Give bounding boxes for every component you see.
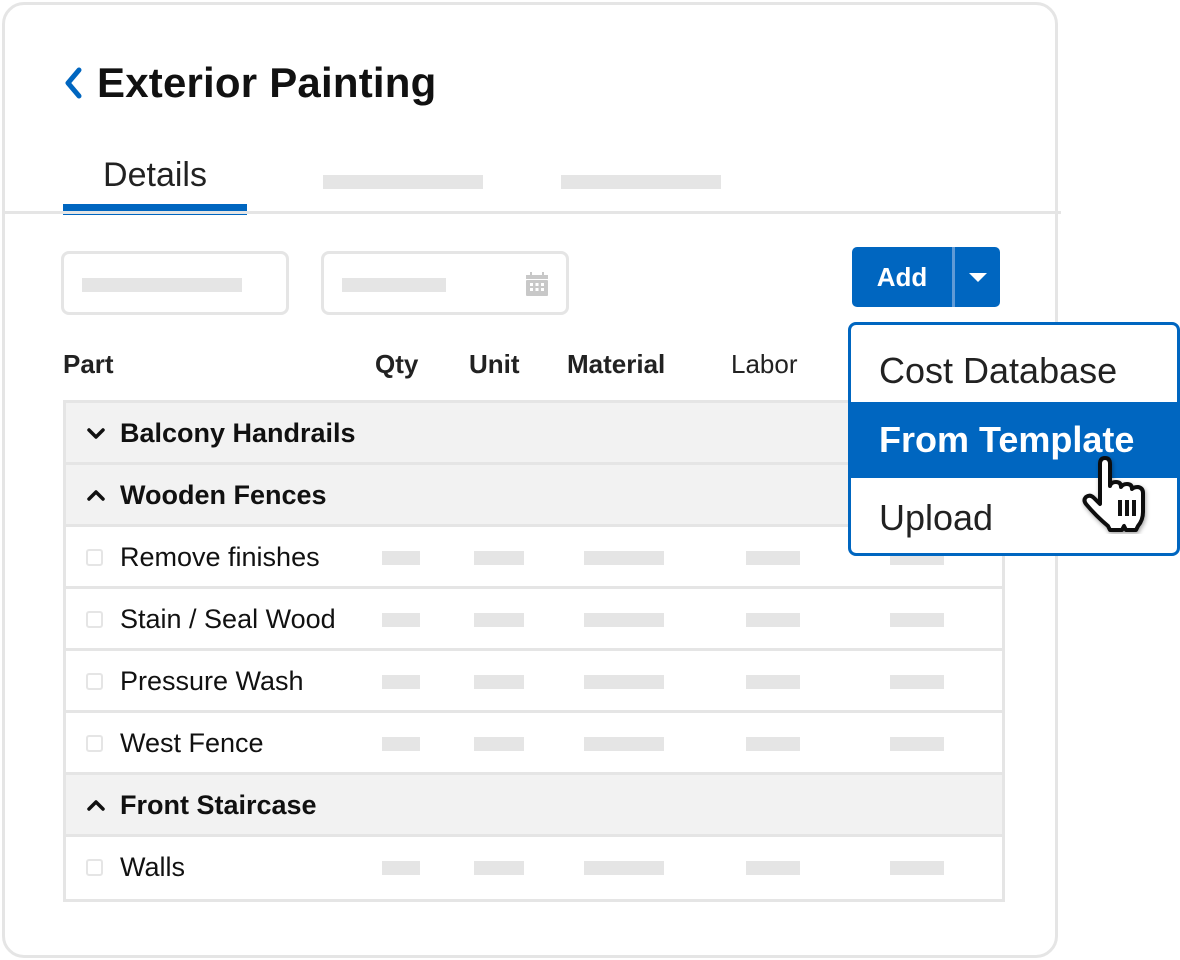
cell-placeholder-labor <box>746 613 800 627</box>
column-header-labor[interactable]: Labor <box>731 349 798 380</box>
menu-item-cost-database[interactable]: Cost Database <box>851 333 1177 409</box>
part-name: Walls <box>120 852 185 882</box>
input-placeholder-bar <box>342 278 446 292</box>
group-label: Balcony Handrails <box>120 418 356 448</box>
cell-placeholder-qty <box>382 551 420 565</box>
part-name: West Fence <box>120 728 264 758</box>
add-split-button: Add <box>852 247 1000 307</box>
cell-placeholder-material <box>584 675 664 689</box>
cell-placeholder-labor <box>746 737 800 751</box>
table-row: Pressure Wash <box>66 651 1002 713</box>
cell-placeholder-material <box>584 737 664 751</box>
tab-placeholder-3[interactable] <box>561 175 721 189</box>
column-header-unit[interactable]: Unit <box>469 349 520 380</box>
cell-placeholder-unit <box>474 737 524 751</box>
row-checkbox[interactable] <box>86 859 103 876</box>
cell-placeholder-labor <box>746 675 800 689</box>
add-button[interactable]: Add <box>852 247 952 307</box>
group-row[interactable]: Front Staircase <box>66 775 1002 837</box>
row-checkbox[interactable] <box>86 735 103 752</box>
cell-placeholder-material <box>584 613 664 627</box>
input-placeholder-bar <box>82 278 242 292</box>
group-label: Front Staircase <box>120 790 317 820</box>
caret-down-icon <box>968 272 987 282</box>
title-row: Exterior Painting <box>63 59 436 107</box>
cell-placeholder-labor <box>746 861 800 875</box>
tab-bar: Details <box>5 145 1061 215</box>
cell-placeholder-labor <box>890 675 944 689</box>
cell-placeholder-qty <box>382 675 420 689</box>
tab-details-label: Details <box>103 156 207 194</box>
tab-divider <box>5 211 1061 214</box>
cell-placeholder-unit <box>474 675 524 689</box>
part-name: Stain / Seal Wood <box>120 604 336 634</box>
tab-details[interactable]: Details <box>63 145 247 215</box>
text-filter-input[interactable] <box>61 251 289 315</box>
cell-placeholder-qty <box>382 737 420 751</box>
table-row: Walls <box>66 837 1002 899</box>
cell-placeholder-qty <box>382 861 420 875</box>
date-filter-input[interactable] <box>321 251 569 315</box>
column-header-qty[interactable]: Qty <box>375 349 418 380</box>
row-checkbox[interactable] <box>86 611 103 628</box>
menu-item-from-template[interactable]: From Template <box>851 402 1177 478</box>
column-header-material[interactable]: Material <box>567 349 665 380</box>
row-checkbox[interactable] <box>86 549 103 566</box>
calendar-icon[interactable] <box>526 272 548 296</box>
group-label: Wooden Fences <box>120 480 327 510</box>
cell-placeholder-labor <box>746 551 800 565</box>
cell-placeholder-unit <box>474 551 524 565</box>
chevron-up-icon[interactable] <box>86 487 106 503</box>
column-header-part[interactable]: Part <box>63 349 114 380</box>
table-row: Stain / Seal Wood <box>66 589 1002 651</box>
cell-placeholder-unit <box>474 861 524 875</box>
cell-placeholder-labor <box>890 861 944 875</box>
table-row: West Fence <box>66 713 1002 775</box>
cell-placeholder-qty <box>382 613 420 627</box>
cell-placeholder-unit <box>474 613 524 627</box>
cell-placeholder-labor <box>890 737 944 751</box>
part-name: Remove finishes <box>120 542 320 572</box>
chevron-left-icon[interactable] <box>63 63 87 103</box>
add-dropdown-menu: Cost Database From Template Upload <box>848 322 1180 556</box>
chevron-up-icon[interactable] <box>86 797 106 813</box>
chevron-down-icon[interactable] <box>86 425 106 441</box>
part-name: Pressure Wash <box>120 666 304 696</box>
add-dropdown-toggle[interactable] <box>955 247 1000 307</box>
cell-placeholder-material <box>584 551 664 565</box>
page-title: Exterior Painting <box>97 59 437 106</box>
cell-placeholder-labor <box>890 613 944 627</box>
menu-item-upload[interactable]: Upload <box>851 480 1177 553</box>
row-checkbox[interactable] <box>86 673 103 690</box>
cell-placeholder-material <box>584 861 664 875</box>
tab-placeholder-2[interactable] <box>323 175 483 189</box>
